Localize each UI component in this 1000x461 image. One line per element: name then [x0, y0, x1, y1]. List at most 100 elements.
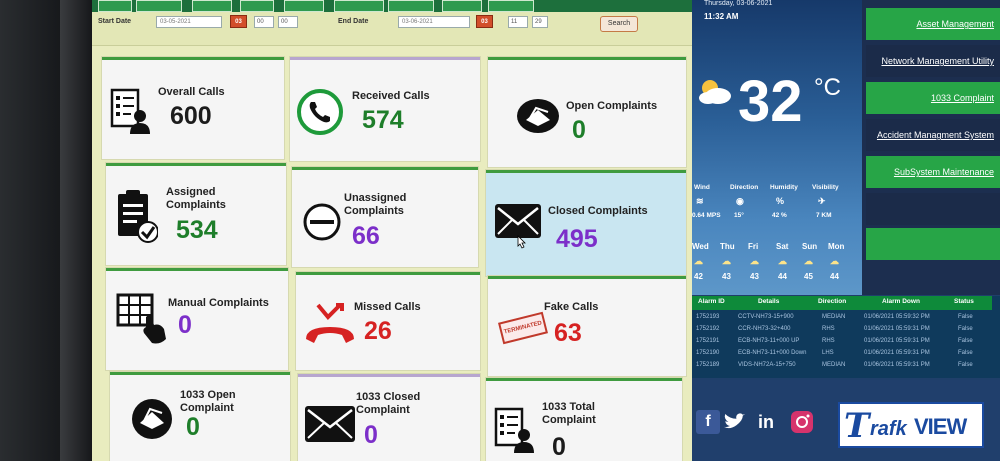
- nav-button[interactable]: [136, 0, 182, 12]
- alarm-status: False: [958, 326, 973, 332]
- terminated-stamp-icon: TERMINATED: [498, 311, 548, 345]
- card-overall-calls[interactable]: Overall Calls 600: [102, 57, 284, 159]
- card-title: Fake Calls: [544, 301, 599, 313]
- alarm-down: 01/06/2021 05:59:31 PM: [864, 362, 930, 368]
- temperature-value: 32: [738, 69, 803, 134]
- menu-subsystem-maintenance[interactable]: SubSystem Maintenance: [866, 156, 1000, 188]
- card-missed-calls[interactable]: Missed Calls 26: [296, 272, 480, 370]
- end-date-input[interactable]: 03-06-2021: [398, 16, 470, 28]
- logo-rafk: rafk: [870, 418, 907, 440]
- alarm-id: 1752190: [696, 350, 720, 356]
- forecast-weather-icon: ☁: [694, 256, 703, 266]
- menu-asset-management[interactable]: Asset Management: [866, 8, 1000, 40]
- forecast-weather-icon: ☁: [830, 256, 839, 266]
- direction-icon: ◉: [736, 196, 744, 206]
- column-header: Status: [954, 298, 974, 305]
- start-hour-select[interactable]: 00: [254, 16, 274, 28]
- end-calendar-icon[interactable]: 03: [476, 15, 493, 28]
- forecast-day: Wed: [692, 242, 709, 251]
- nav-button[interactable]: [240, 0, 274, 12]
- start-minute-select[interactable]: 00: [278, 16, 298, 28]
- nav-button[interactable]: [284, 0, 324, 12]
- menu-accident-management[interactable]: Accident Managment System: [866, 119, 1000, 151]
- card-assigned-complaints[interactable]: Assigned Complaints 534: [106, 163, 286, 265]
- forecast-day: Mon: [828, 242, 845, 251]
- nav-button[interactable]: [388, 0, 434, 12]
- end-minute-select[interactable]: 29: [532, 16, 548, 28]
- forecast-day: Sat: [776, 242, 789, 251]
- menu-item-empty[interactable]: [866, 193, 1000, 225]
- card-open-complaints[interactable]: Open Complaints 0: [488, 57, 686, 167]
- alarm-details: ECB-NH73-11+000 UP: [738, 338, 800, 344]
- end-hour-select[interactable]: 11: [508, 16, 528, 28]
- menu-1033-complaint[interactable]: 1033 Complaint: [866, 82, 1000, 114]
- card-value: 534: [176, 216, 218, 244]
- card-value: 495: [556, 225, 598, 253]
- twitter-icon[interactable]: [722, 410, 746, 434]
- card-unassigned-complaints[interactable]: Unassigned Complaints 66: [292, 167, 478, 267]
- trafikview-logo: T rafk VIEW: [838, 402, 984, 448]
- alarm-down: 01/06/2021 05:59:31 PM: [864, 350, 930, 356]
- forecast-day: Sun: [802, 242, 818, 251]
- circle-minus-icon: [303, 203, 341, 241]
- card-title: Received Calls: [352, 90, 430, 102]
- alarm-down: 01/06/2021 05:59:31 PM: [864, 338, 930, 344]
- table-row[interactable]: 1752191 ECB-NH73-11+000 UP RHS 01/06/202…: [692, 336, 992, 347]
- forecast-day: Fri: [748, 242, 759, 251]
- start-calendar-icon[interactable]: 03: [230, 15, 247, 28]
- column-header: Details: [758, 298, 780, 305]
- forecast-weather-icon: ☁: [722, 256, 731, 266]
- card-manual-complaints[interactable]: Manual Complaints 0: [106, 268, 288, 370]
- table-row[interactable]: 1752192 CCR-NH73-32+400 RHS 01/06/2021 0…: [692, 324, 992, 335]
- card-title: Manual Complaints: [168, 297, 269, 309]
- menu-network-management[interactable]: Network Management Utility: [866, 45, 1000, 77]
- right-panel: Thursday, 03-06-2021 11:32 AM 32 °C Wind…: [692, 0, 1000, 461]
- nav-button[interactable]: [192, 0, 232, 12]
- start-date-input[interactable]: 03-05-2021: [156, 16, 222, 28]
- alarm-status: False: [958, 314, 973, 320]
- card-title: Closed Complaints: [548, 205, 648, 217]
- clipboard-check-icon: [118, 190, 158, 243]
- column-header: Direction: [818, 298, 847, 305]
- alarm-table-header: Alarm ID Details Direction Alarm Down St…: [692, 296, 992, 310]
- alarm-details: CCR-NH73-32+400: [738, 326, 791, 332]
- card-value: 26: [364, 317, 392, 345]
- table-row[interactable]: 1752193 CCTV-NH73-15+900 MEDIAN 01/06/20…: [692, 312, 992, 323]
- nav-button[interactable]: [442, 0, 482, 12]
- weather-label: Direction: [730, 184, 759, 191]
- alarm-down: 01/06/2021 05:59:32 PM: [864, 314, 930, 320]
- alarm-details: VIDS-NH72A-15+750: [738, 362, 796, 368]
- card-1033-total-complaint[interactable]: 1033 Total Complaint 0: [486, 378, 682, 461]
- alarm-details: ECB-NH73-11+000 Down: [738, 350, 807, 356]
- linkedin-icon[interactable]: in: [754, 410, 778, 434]
- facebook-icon[interactable]: f: [696, 410, 720, 434]
- alarm-id: 1752193: [696, 314, 720, 320]
- card-1033-open-complaint[interactable]: 1033 Open Complaint 0: [110, 372, 290, 461]
- checklist-person-icon: [494, 407, 534, 453]
- menu-item-empty[interactable]: [866, 228, 1000, 260]
- nav-button[interactable]: [488, 0, 534, 12]
- instagram-icon[interactable]: [790, 410, 814, 434]
- alarm-direction: MEDIAN: [822, 362, 846, 368]
- card-title: 1033 Total Complaint: [542, 401, 596, 426]
- weather-time: 11:32 AM: [704, 12, 739, 21]
- alarm-id: 1752192: [696, 326, 720, 332]
- card-value: 600: [170, 102, 212, 130]
- card-title: Unassigned Complaints: [344, 192, 407, 217]
- table-row[interactable]: 1752189 VIDS-NH72A-15+750 MEDIAN 01/06/2…: [692, 360, 992, 371]
- card-closed-complaints[interactable]: Closed Complaints 495: [486, 170, 686, 276]
- card-fake-calls[interactable]: TERMINATED Fake Calls 63: [488, 276, 686, 376]
- forecast-temp: 43: [722, 272, 731, 281]
- alarm-status: False: [958, 350, 973, 356]
- nav-button[interactable]: [98, 0, 132, 12]
- weather-label: Wind: [694, 184, 710, 191]
- checklist-person-icon: [110, 88, 150, 134]
- card-title: Overall Calls: [158, 86, 225, 98]
- table-row[interactable]: 1752190 ECB-NH73-11+000 Down LHS 01/06/2…: [692, 348, 992, 359]
- alarm-direction: RHS: [822, 338, 835, 344]
- card-1033-closed-complaint[interactable]: 1033 Closed Complaint 0: [298, 374, 480, 461]
- temperature-unit: °C: [814, 74, 841, 101]
- card-received-calls[interactable]: Received Calls 574: [290, 57, 480, 161]
- search-button[interactable]: Search: [600, 16, 638, 32]
- nav-button[interactable]: [334, 0, 384, 12]
